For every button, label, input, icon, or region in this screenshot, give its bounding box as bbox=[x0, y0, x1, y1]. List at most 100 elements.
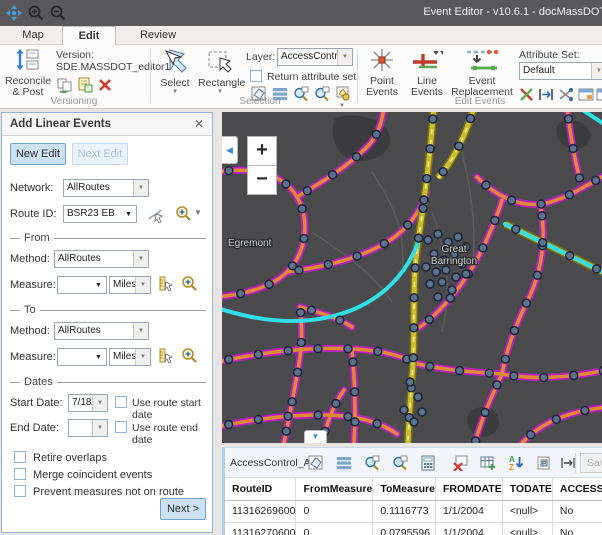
new-edit-button[interactable]: New Edit bbox=[10, 143, 66, 165]
layer-select[interactable]: AccessControl_A ▼ bbox=[277, 48, 353, 66]
network-value: AllRoutes bbox=[64, 180, 133, 196]
rectangle-caret-icon: ▼ bbox=[198, 89, 242, 95]
column-header-todate[interactable]: TODATE bbox=[502, 478, 552, 500]
titlebar: Event Editor - v10.6.1 - docMassDOTRH bbox=[0, 0, 602, 26]
from-measure-pick-icon[interactable] bbox=[157, 275, 175, 293]
prevent-measures-checkbox[interactable] bbox=[14, 485, 26, 497]
zoom-in-icon[interactable] bbox=[27, 4, 45, 22]
from-method-select[interactable]: AllRoutes ▼ bbox=[54, 250, 149, 268]
selectable-layers-icon[interactable] bbox=[334, 85, 352, 103]
to-unit-select[interactable]: Miles ▼ bbox=[109, 348, 151, 366]
end-date-input[interactable]: ▼ bbox=[68, 419, 108, 437]
attribute-list-icon[interactable] bbox=[333, 452, 355, 474]
rectangle-button[interactable]: Rectangle ▼ bbox=[197, 47, 243, 96]
new-version-icon[interactable] bbox=[76, 76, 94, 94]
close-icon[interactable]: ✕ bbox=[194, 117, 204, 131]
collapse-table-icon[interactable]: ▼ bbox=[304, 430, 327, 443]
table-cell: No bbox=[552, 500, 602, 522]
table-cell: 1/1/2004 bbox=[435, 522, 502, 535]
merge-coincident-row: Merge coincident events bbox=[14, 468, 152, 481]
next-button[interactable]: Next > bbox=[160, 498, 206, 520]
use-route-end-checkbox[interactable] bbox=[115, 421, 127, 433]
ribbon: Reconcile & Post Version: SDE.MASSDOT_ed… bbox=[0, 45, 602, 109]
line-events-button[interactable]: Line Events bbox=[407, 47, 447, 99]
column-header-frommeasure[interactable]: FromMeasure bbox=[296, 478, 373, 500]
panel-title: Add Linear Events bbox=[10, 118, 111, 130]
select-route-icon[interactable] bbox=[146, 205, 164, 223]
table-row[interactable]: 1131627060000.07955961/1/2004<null>No bbox=[225, 522, 602, 535]
event-replacement-button[interactable]: Event Replacement bbox=[450, 47, 514, 99]
column-header-fromdate[interactable]: FROMDATE bbox=[435, 478, 502, 500]
from-measure-label: Measure: bbox=[10, 279, 56, 291]
attribute-set-value: Default bbox=[520, 63, 591, 79]
sort-icon[interactable]: AZ bbox=[505, 452, 527, 474]
identify-icon[interactable]: P bbox=[533, 452, 555, 474]
next-edit-button[interactable]: Next Edit bbox=[72, 143, 128, 165]
pan-to-selection-icon[interactable] bbox=[389, 452, 411, 474]
attribute-window-icon[interactable] bbox=[577, 85, 595, 103]
table-cell: 11316269600 bbox=[225, 500, 296, 522]
use-route-start-label: Use route start date bbox=[132, 397, 212, 421]
zoom-to-selection-icon[interactable] bbox=[361, 452, 383, 474]
use-route-end-label: Use route end date bbox=[132, 422, 212, 446]
to-measure-input[interactable]: ▼ bbox=[57, 348, 107, 366]
end-date-label: End Date: bbox=[10, 422, 59, 434]
route-id-select[interactable]: BSR23 EB ▼ bbox=[63, 205, 137, 223]
map-zoom-in-button[interactable]: + bbox=[247, 136, 277, 166]
use-route-start-checkbox[interactable] bbox=[115, 396, 127, 408]
network-select[interactable]: AllRoutes ▼ bbox=[63, 179, 149, 197]
clear-selection-icon[interactable] bbox=[449, 452, 471, 474]
delete-version-icon[interactable] bbox=[96, 76, 114, 94]
from-measure-value bbox=[58, 277, 91, 293]
from-unit-select[interactable]: Miles ▼ bbox=[109, 276, 151, 294]
from-zoom-icon[interactable] bbox=[180, 274, 198, 292]
to-measure-label: Measure: bbox=[10, 351, 56, 363]
table-cell: 0.1116773 bbox=[373, 500, 436, 522]
map-zoom-out-button[interactable]: − bbox=[247, 165, 277, 195]
panel-header: Add Linear Events ✕ bbox=[2, 113, 212, 136]
tab-review[interactable]: Review bbox=[130, 26, 186, 45]
to-method-value: AllRoutes bbox=[55, 323, 133, 339]
toolbar-separator bbox=[575, 453, 576, 473]
from-measure-caret-icon: ▼ bbox=[91, 277, 106, 293]
select-polygon-icon[interactable] bbox=[305, 452, 327, 474]
to-measure-pick-icon[interactable] bbox=[157, 347, 175, 365]
refresh-version-icon[interactable] bbox=[56, 76, 74, 94]
map-view[interactable]: EgremontGreatBarrington ◀ + − ▼ bbox=[222, 112, 602, 443]
to-method-select[interactable]: AllRoutes ▼ bbox=[54, 322, 149, 340]
column-header-tomeasure[interactable]: ToMeasure bbox=[373, 478, 436, 500]
collapse-panel-left-icon[interactable]: ◀ bbox=[222, 136, 238, 164]
attribute-set-select[interactable]: Default ▼ bbox=[519, 62, 602, 80]
from-measure-input[interactable]: ▼ bbox=[57, 276, 107, 294]
tab-map[interactable]: Map bbox=[10, 26, 56, 45]
start-date-input[interactable]: 7/18/ ▼ bbox=[68, 394, 108, 412]
pan-icon[interactable] bbox=[5, 4, 23, 22]
tab-edit[interactable]: Edit bbox=[62, 26, 116, 45]
point-events-button[interactable]: Point Events bbox=[362, 47, 402, 99]
save-button[interactable]: Save bbox=[580, 453, 602, 473]
reconcile-post-button[interactable]: Reconcile & Post bbox=[3, 47, 53, 99]
merge-coincident-checkbox[interactable] bbox=[14, 468, 26, 480]
return-attribute-set-checkbox[interactable] bbox=[250, 70, 262, 82]
retire-overlaps-checkbox[interactable] bbox=[14, 451, 26, 463]
route-id-value: BSR23 EB bbox=[64, 206, 121, 222]
prevent-measures-row: Prevent measures not on route bbox=[14, 485, 184, 498]
zoom-route-icon[interactable] bbox=[174, 204, 192, 222]
layer-value: AccessControl_A bbox=[278, 49, 337, 65]
to-zoom-icon[interactable] bbox=[180, 346, 198, 364]
table-cell: 0 bbox=[296, 522, 373, 535]
svg-text:Z: Z bbox=[509, 463, 514, 471]
table-row[interactable]: 1131626960000.11167731/1/2004<null>No bbox=[225, 500, 602, 522]
attribute-table: RouteIDFromMeasureToMeasureFROMDATETODAT… bbox=[225, 478, 602, 535]
split-event-icon[interactable] bbox=[557, 85, 575, 103]
column-header-routeid[interactable]: RouteID bbox=[225, 478, 296, 500]
field-calculator-icon[interactable] bbox=[417, 452, 439, 474]
map-place-label: Great bbox=[441, 244, 466, 255]
zoom-out-icon[interactable] bbox=[49, 4, 67, 22]
zoom-route-caret-icon[interactable]: ▼ bbox=[194, 210, 202, 216]
select-button[interactable]: Select ▼ bbox=[156, 47, 194, 96]
column-header-access[interactable]: ACCESS bbox=[552, 478, 602, 500]
add-records-icon[interactable] bbox=[477, 452, 499, 474]
attribute-window-2-icon[interactable] bbox=[595, 85, 602, 103]
start-date-caret-icon: ▼ bbox=[92, 395, 107, 411]
